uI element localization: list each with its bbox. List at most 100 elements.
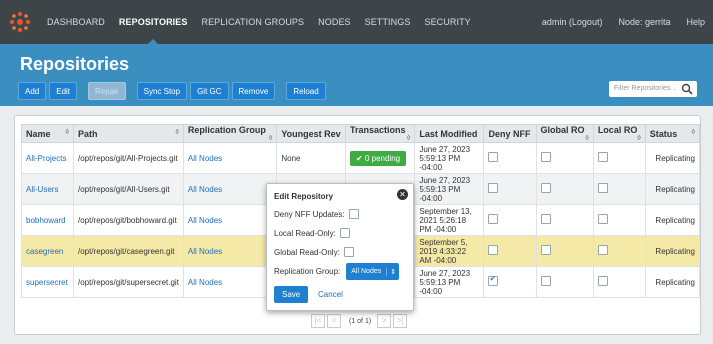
repo-path: /opt/repos/git/bobhoward.git	[72, 204, 184, 236]
save-button[interactable]: Save	[274, 286, 309, 303]
local-read-only-checkbox[interactable]	[339, 228, 350, 238]
table-header-row: Name ◊ Path ◊ Replication Group ◊ Youngest …	[21, 124, 701, 143]
nav-settings[interactable]: SETTINGS	[358, 0, 418, 44]
logout-link[interactable]: admin (Logout)	[542, 17, 603, 27]
replication-group-value: All Nodes	[351, 268, 382, 275]
repo-status: Replicating	[644, 142, 701, 174]
col-path[interactable]: Path ◊	[72, 124, 184, 143]
global-read-only-checkbox[interactable]	[343, 247, 354, 257]
table-row[interactable]: All-Projects /opt/repos/git/All-Projects…	[21, 142, 701, 174]
deny-nff-checkbox	[488, 274, 499, 286]
page-indicator: (1 of 1)	[349, 317, 372, 325]
global-ro-label: Global Read-Only:	[274, 247, 340, 257]
col-status[interactable]: Status ◊	[644, 124, 701, 143]
repo-group[interactable]: All Nodes	[188, 185, 222, 194]
dialog-title: Edit Repository	[274, 192, 334, 201]
repo-status: Replicating	[644, 173, 701, 205]
nav-replication-groups[interactable]: REPLICATION GROUPS	[194, 0, 311, 44]
page-title: Repositories	[20, 54, 130, 74]
cancel-button[interactable]: Cancel	[318, 286, 343, 303]
deny-nff-row: Deny NFF Updates:	[274, 209, 359, 219]
repo-name[interactable]: casegreen	[26, 247, 63, 256]
help-link[interactable]: Help	[686, 17, 705, 27]
sort-icon: ◊	[175, 128, 179, 136]
repo-rev: None	[276, 142, 347, 174]
repo-status: Replicating	[644, 266, 701, 298]
close-icon[interactable]: ✕	[397, 189, 408, 200]
pending-badge: ✔ 0 pending	[350, 150, 407, 166]
local-ro-checkbox	[597, 183, 608, 193]
repo-modified: September 5, 2019 4:33:22 AM -04:00	[414, 235, 485, 267]
repo-name[interactable]: All-Projects	[26, 154, 66, 163]
replication-group-select[interactable]: All Nodes ⇕	[346, 263, 400, 280]
global-ro-checkbox	[540, 183, 551, 193]
col-name[interactable]: Name ◊	[21, 124, 74, 143]
col-local-ro[interactable]: Local RO ◊	[592, 124, 646, 143]
filter-input[interactable]: Filter Repositories...	[609, 81, 697, 97]
repo-status: Replicating	[644, 235, 701, 267]
global-ro-checkbox	[540, 214, 551, 224]
sort-icon: ◊	[406, 135, 411, 142]
edit-button[interactable]: Edit	[49, 82, 78, 100]
col-deny-nff: Deny NFF	[483, 124, 537, 143]
repo-name[interactable]: bobhoward	[26, 216, 66, 225]
nav-repositories[interactable]: REPOSITORIES	[112, 0, 195, 45]
deny-nff-checkbox	[488, 214, 499, 224]
last-page-button[interactable]: >|	[393, 314, 408, 328]
add-button[interactable]: Add	[18, 82, 47, 100]
global-ro-checkbox	[540, 152, 551, 162]
pager: |< < (1 of 1) > >|	[311, 314, 409, 328]
reload-button[interactable]: Reload	[286, 82, 326, 100]
remove-button[interactable]: Remove	[231, 82, 276, 100]
local-ro-checkbox	[597, 152, 608, 162]
page-header: Repositories Add Edit Repair Sync Stop G…	[0, 44, 713, 106]
repo-modified: June 27, 2023 5:59:13 PM -04:00	[414, 142, 485, 174]
first-page-button[interactable]: |<	[311, 314, 325, 328]
deny-nff-updates-checkbox[interactable]	[348, 209, 359, 219]
repair-button: Repair	[88, 82, 126, 100]
global-ro-checkbox	[540, 276, 551, 286]
col-global-ro[interactable]: Global RO ◊	[535, 124, 594, 143]
sort-icon: ◊	[585, 135, 589, 142]
sort-icon: ◊	[65, 128, 69, 136]
repo-name[interactable]: supersecret	[26, 278, 68, 287]
repo-group[interactable]: All Nodes	[188, 216, 222, 225]
col-last-modified: Last Modified	[414, 124, 485, 143]
repo-path: /opt/repos/git/All-Projects.git	[72, 142, 184, 174]
replication-group-row: Replication Group: All Nodes ⇕	[274, 263, 400, 280]
col-replication-group[interactable]: Replication Group ◊	[182, 124, 278, 143]
local-ro-checkbox	[597, 214, 608, 224]
app-logo[interactable]	[0, 0, 40, 44]
local-ro-checkbox	[597, 276, 608, 286]
next-page-button[interactable]: >	[377, 314, 392, 328]
logo-icon	[9, 11, 31, 33]
edit-repository-dialog: Edit Repository ✕ Deny NFF Updates: Loca…	[266, 183, 414, 311]
repo-path: /opt/repos/git/All-Users.git	[72, 173, 184, 205]
repo-group[interactable]: All Nodes	[188, 247, 222, 256]
repo-group[interactable]: All Nodes	[188, 278, 222, 287]
local-ro-label: Local Read-Only:	[274, 228, 336, 238]
sort-icon: ◊	[637, 135, 641, 142]
repo-group[interactable]: All Nodes	[188, 154, 222, 163]
git-gc-button[interactable]: Git GC	[190, 82, 229, 100]
sync-stop-button[interactable]: Sync Stop	[136, 82, 188, 100]
toolbar: Add Edit Repair Sync Stop Git GC Remove …	[18, 82, 329, 100]
nav-dashboard[interactable]: DASHBOARD	[40, 0, 112, 44]
deny-nff-checkbox	[488, 245, 499, 255]
col-transactions[interactable]: Transactions ◊	[345, 124, 416, 143]
search-icon	[681, 83, 693, 95]
local-ro-row: Local Read-Only:	[274, 228, 350, 238]
global-ro-row: Global Read-Only:	[274, 247, 354, 257]
col-youngest-rev: Youngest Rev	[276, 124, 347, 143]
chevron-updown-icon: ⇕	[386, 267, 399, 276]
repo-modified: June 27, 2023 5:59:13 PM -04:00	[414, 173, 485, 205]
top-navbar: DASHBOARD REPOSITORIES REPLICATION GROUP…	[0, 0, 713, 45]
prev-page-button[interactable]: <	[327, 314, 341, 328]
nav-security[interactable]: SECURITY	[417, 0, 477, 44]
repo-name[interactable]: All-Users	[26, 185, 58, 194]
repo-path: /opt/repos/git/casegreen.git	[72, 235, 184, 267]
deny-nff-checkbox	[488, 152, 499, 162]
repo-status: Replicating	[644, 204, 701, 236]
replication-group-label: Replication Group:	[274, 267, 341, 276]
nav-nodes[interactable]: NODES	[311, 0, 358, 44]
